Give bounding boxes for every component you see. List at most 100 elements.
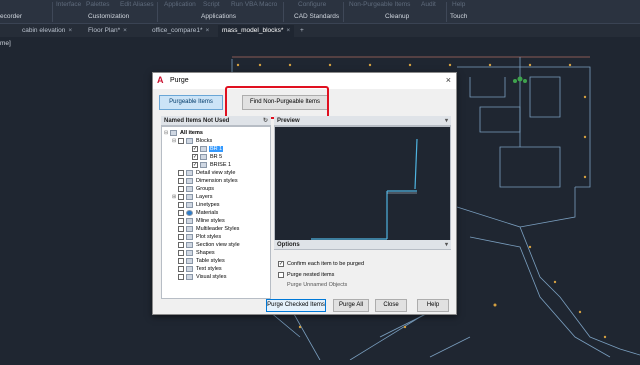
tree-node-detail-view-style[interactable]: Detail view style [178,169,236,177]
help-button[interactable]: Help [417,299,449,312]
checkbox[interactable] [178,242,184,248]
style-icon [186,170,193,176]
tree-node-table-styles[interactable]: Table styles [178,257,226,265]
checkbox[interactable] [178,194,184,200]
tree-node-brise1[interactable]: ✓ BRISE 1 [192,161,232,169]
tree-node-br1[interactable]: ✓ BR 1 [192,145,224,153]
checkbox[interactable] [178,202,184,208]
tab-office-compare[interactable]: office_compare1* × [148,25,213,37]
tree-node-label: BR 1 [209,146,224,152]
tree-node-visual-styles[interactable]: Visual styles [178,273,227,281]
tree-node-label: Layers [196,194,213,200]
tree-node-linetypes[interactable]: Linetypes [178,201,221,209]
ribbon-run-vba-macro[interactable]: Run VBA Macro [231,1,277,8]
tree-node-label: All items [180,130,203,136]
checkbox[interactable] [178,210,184,216]
ribbon-divider [52,2,53,22]
panel-recorder: ecorder [0,13,23,20]
tree-node-label: BRISE 1 [210,162,232,168]
tree-node-materials[interactable]: Materials [178,209,219,217]
checkbox[interactable] [178,170,184,176]
checkbox[interactable] [178,138,184,144]
materials-icon [186,210,193,216]
purge-dialog: A Purge × Purgeable Items Find Non-Purge… [152,72,457,315]
tab-cabin-elevation[interactable]: cabin elevation × [18,25,76,37]
close-button[interactable]: Close [375,299,407,312]
ribbon-help[interactable]: Help [452,1,465,8]
checkbox[interactable]: ✓ [192,154,198,160]
tree-node-dimension-styles[interactable]: Dimension styles [178,177,239,185]
close-icon[interactable]: × [123,27,127,34]
tree-node-all-items[interactable]: ⊟ All items [164,129,204,137]
tree-node-groups[interactable]: Groups [178,185,215,193]
tree-node-label: Plot styles [196,234,222,240]
options-header: Options ▾ [274,240,451,250]
ribbon-configure[interactable]: Configure [298,1,326,8]
folder-icon [170,130,177,136]
purgeable-items-toggle[interactable]: Purgeable Items [159,95,223,110]
visual-style-icon [186,274,193,280]
purge-checked-items-button[interactable]: Purge Checked Items [266,299,326,312]
chevron-down-icon[interactable]: ▾ [445,117,448,124]
close-icon[interactable]: × [446,75,451,85]
style-icon [186,242,193,248]
ribbon-application[interactable]: Application [164,1,196,8]
preview-header: Preview ▾ [274,116,451,126]
style-icon [186,234,193,240]
refresh-icon[interactable]: ↻ [263,117,268,124]
checkbox[interactable]: ✓ [192,162,198,168]
nested-option[interactable]: Purge nested items [278,272,334,278]
tree-node-text-styles[interactable]: Text styles [178,265,223,273]
tree-node-plot-styles[interactable]: Plot styles [178,233,222,241]
purge-all-button[interactable]: Purge All [333,299,369,312]
ribbon-edit-aliases[interactable]: Edit Aliases [120,1,154,8]
tree-node-label: Visual styles [196,274,227,280]
purge-unnamed-objects[interactable]: Purge Unnamed Objects [284,282,444,291]
checkbox[interactable] [178,218,184,224]
tree-node-label: Linetypes [196,202,220,208]
panel-applications: Applications [201,13,237,20]
checkbox[interactable] [178,274,184,280]
named-items-tree[interactable]: ⊟ All items ⊟ Blocks ✓ BR 1 ✓ BR 5 ✓ BRISE 1 … [161,126,271,299]
checkbox[interactable]: ✓ [192,146,198,152]
preview-drawing [311,138,418,242]
ribbon-divider [446,2,447,22]
tab-mass-model-blocks[interactable]: mass_model_blocks* × [218,25,295,37]
ribbon-interface[interactable]: Interface [56,1,81,8]
layers-icon [186,194,193,200]
checkbox[interactable] [178,226,184,232]
checkbox[interactable] [178,250,184,256]
close-icon[interactable]: × [68,27,72,34]
tree-node-br5[interactable]: ✓ BR 5 [192,153,223,161]
checkbox[interactable] [178,178,184,184]
ribbon-audit[interactable]: Audit [421,1,436,8]
checkbox[interactable] [178,258,184,264]
tree-node-mline-styles[interactable]: Mline styles [178,217,226,225]
checkbox[interactable] [178,266,184,272]
tab-label: Floor Plan* [88,27,121,34]
close-icon[interactable]: × [205,27,209,34]
block-icon [200,162,207,168]
tree-node-blocks[interactable]: ⊟ Blocks [172,137,213,145]
ribbon-script[interactable]: Script [203,1,220,8]
close-icon[interactable]: × [286,27,290,34]
ribbon-non-purgeable-items[interactable]: Non-Purgeable Items [349,1,410,8]
chevron-down-icon[interactable]: ▾ [445,241,448,248]
checkbox[interactable] [178,234,184,240]
checkbox[interactable] [178,186,184,192]
block-preview [274,126,451,248]
checkbox[interactable]: ✓ [278,261,284,267]
checkbox[interactable] [278,272,284,278]
confirm-option[interactable]: ✓ Confirm each item to be purged [278,261,364,267]
new-tab-button[interactable]: + [296,25,308,37]
tree-node-section-view-style[interactable]: Section view style [178,241,241,249]
options-panel: ✓ Confirm each item to be purged Purge ne… [274,253,451,303]
ribbon-palettes[interactable]: Palettes [86,1,110,8]
ribbon-divider [157,2,158,22]
file-tab-bar: cabin elevation × Floor Plan* × office_com… [0,24,640,37]
tree-node-layers[interactable]: ⊞ Layers [172,193,214,201]
panel-cad-standards: CAD Standards [294,13,340,20]
tree-node-multileader-styles[interactable]: Multileader Styles [178,225,240,233]
tree-node-shapes[interactable]: Shapes [178,249,216,257]
tab-floor-plan[interactable]: Floor Plan* × [84,25,131,37]
